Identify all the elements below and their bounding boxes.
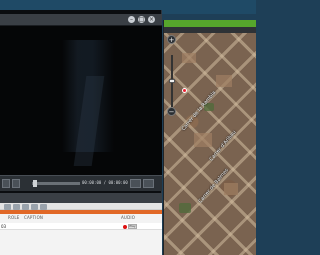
video-controls: 00:00:00 / 00:00:00 [0, 175, 162, 191]
map-titlebar [164, 20, 256, 27]
seek-bar[interactable] [32, 182, 80, 185]
column-header-audio[interactable]: AUDIO [121, 215, 135, 220]
video-viewport[interactable] [0, 26, 162, 175]
map-panel: Carrer de la Rambla Carrer de Balmes Car… [163, 20, 256, 255]
row-id: 03 [1, 224, 7, 229]
list-toolbar [0, 203, 162, 210]
stop-icon[interactable] [12, 179, 20, 188]
close-icon[interactable]: × [148, 16, 155, 23]
timecode: 00:00:00 / 00:00:00 [82, 180, 128, 185]
map-building [182, 53, 196, 63]
column-header-caption[interactable]: CAPTION [24, 215, 43, 220]
video-titlebar: – □ × [0, 14, 162, 26]
minimize-icon[interactable]: – [128, 16, 135, 23]
map-marker[interactable] [182, 88, 187, 93]
street-label: Carrer d'Aribau [208, 129, 238, 163]
zoom-handle[interactable] [169, 79, 175, 83]
record-indicator [123, 225, 127, 229]
map-building [216, 75, 232, 87]
list-header-bar [0, 210, 162, 214]
zoom-in-icon[interactable]: + [167, 35, 176, 44]
seek-handle[interactable] [33, 180, 37, 187]
zoom-control: + − [166, 35, 178, 116]
list-titlebar [0, 193, 162, 203]
play-icon[interactable] [2, 179, 10, 188]
satellite-map[interactable]: Carrer de la Rambla Carrer de Balmes Car… [164, 33, 256, 255]
audio-play-button[interactable]: Play [128, 224, 137, 229]
map-park [179, 203, 191, 213]
table-row[interactable]: 03 Play [0, 223, 162, 230]
maximize-icon[interactable]: □ [138, 16, 145, 23]
zoom-out-icon[interactable]: − [167, 107, 176, 116]
map-building [194, 133, 212, 147]
map-building [224, 183, 238, 195]
app-root: – □ × 00:00:00 / 00:00:00 ROLE CAPTION A… [0, 0, 256, 255]
fullscreen-icon[interactable] [130, 179, 141, 188]
clip-list-panel: ROLE CAPTION AUDIO 03 Play [0, 193, 162, 255]
column-header-role[interactable]: ROLE [8, 215, 19, 220]
street-label: Carrer de la Rambla [180, 89, 218, 133]
settings-icon[interactable] [143, 179, 154, 188]
